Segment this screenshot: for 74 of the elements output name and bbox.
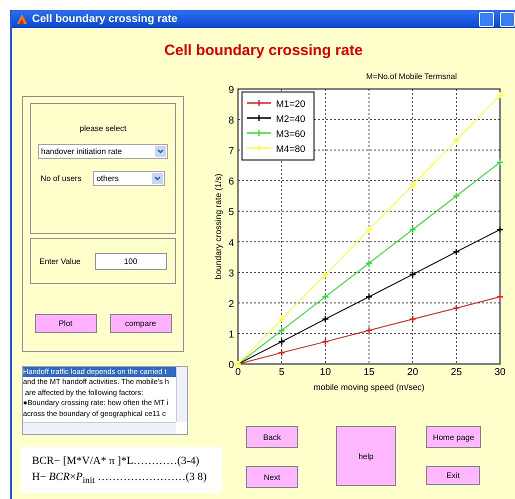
back-button[interactable]: Back <box>246 426 298 448</box>
x-tick-label: 20 <box>407 367 418 378</box>
users-dropdown[interactable]: others <box>93 171 166 186</box>
data-point <box>365 226 373 234</box>
x-tick-label: 0 <box>235 367 241 378</box>
formula-text: H− BCR×P$_{init}$ ……………………(3 8) <box>32 470 208 486</box>
x-tick-label: 10 <box>320 367 331 378</box>
value-label: Enter Value <box>39 257 81 266</box>
users-label: No of users <box>40 174 82 183</box>
legend-label: M4=80 <box>276 144 306 155</box>
data-point <box>452 248 460 256</box>
data-point <box>496 91 504 99</box>
data-point <box>322 338 330 346</box>
y-tick-label: 3 <box>228 268 234 280</box>
data-point <box>496 158 504 166</box>
y-tick-label: 8 <box>228 116 234 127</box>
data-point <box>322 293 330 300</box>
x-axis-label: mobile moving speed (m/sec) <box>314 382 424 392</box>
horizontal-scrollbar[interactable] <box>23 422 176 434</box>
legend-swatch <box>246 129 272 137</box>
data-point <box>278 315 286 323</box>
formula-text: BCR− [M*V/A* π ]*L…………(3-4) <box>32 454 200 467</box>
data-point <box>365 259 373 267</box>
data-point <box>452 192 460 200</box>
dropdown-arrow-icon <box>155 146 166 157</box>
y-axis-label: boundary crossing rate (1/s) <box>213 174 223 280</box>
x-tick-label: 30 <box>494 367 506 378</box>
dropdown-arrow-icon <box>152 173 164 184</box>
data-point <box>322 270 330 278</box>
select-label: please select <box>80 124 126 133</box>
panel-button[interactable]: Plot <box>34 314 96 333</box>
legend-label: M1=20 <box>276 99 306 110</box>
vertical-scrollbar[interactable] <box>176 367 187 422</box>
legend-swatch <box>246 114 272 122</box>
data-point <box>365 326 373 334</box>
y-tick-label: 2 <box>228 298 234 310</box>
y-tick-label: 6 <box>228 176 234 188</box>
exit-button[interactable]: Exit <box>426 466 480 485</box>
data-point <box>496 293 504 300</box>
data-point <box>452 304 460 312</box>
data-point <box>234 360 242 368</box>
x-tick-label: 5 <box>278 367 284 378</box>
legend-label: M3=60 <box>276 129 306 140</box>
app-icon <box>16 13 28 25</box>
x-tick-label: 25 <box>450 367 462 378</box>
page-heading: Cell boundary crossing rate <box>163 40 364 60</box>
x-tick-label: 15 <box>363 367 375 378</box>
y-tick-label: 0 <box>228 360 234 371</box>
window-title: Cell boundary crossing rate <box>32 13 178 25</box>
help-button[interactable]: help <box>336 426 396 486</box>
y-tick-label: 4 <box>228 238 234 249</box>
legend-swatch <box>246 99 272 107</box>
panel-button[interactable]: compare <box>110 314 172 333</box>
legend-label: M2=40 <box>276 114 306 125</box>
chart-title: M=No.of Mobile Termsnal <box>365 72 458 83</box>
data-point <box>496 226 504 234</box>
home-page-button[interactable]: Home page <box>426 426 481 448</box>
data-point <box>278 326 286 334</box>
data-point <box>452 136 460 144</box>
next-button[interactable]: Next <box>246 466 298 488</box>
data-point <box>408 226 416 234</box>
y-tick-label: 7 <box>228 146 234 158</box>
data-point <box>278 349 286 356</box>
minimize-button[interactable] <box>479 12 494 26</box>
y-tick-label: 9 <box>228 85 234 96</box>
legend-swatch <box>246 144 272 152</box>
y-tick-label: 1 <box>228 329 234 340</box>
info-listbox[interactable] <box>22 366 188 435</box>
data-point <box>408 180 416 188</box>
data-point <box>408 315 416 323</box>
measure-dropdown[interactable]: handover initiation rate <box>38 144 168 159</box>
maximize-button[interactable] <box>500 12 515 26</box>
value-input[interactable]: 100 <box>94 253 167 270</box>
y-tick-label: 5 <box>228 207 234 218</box>
